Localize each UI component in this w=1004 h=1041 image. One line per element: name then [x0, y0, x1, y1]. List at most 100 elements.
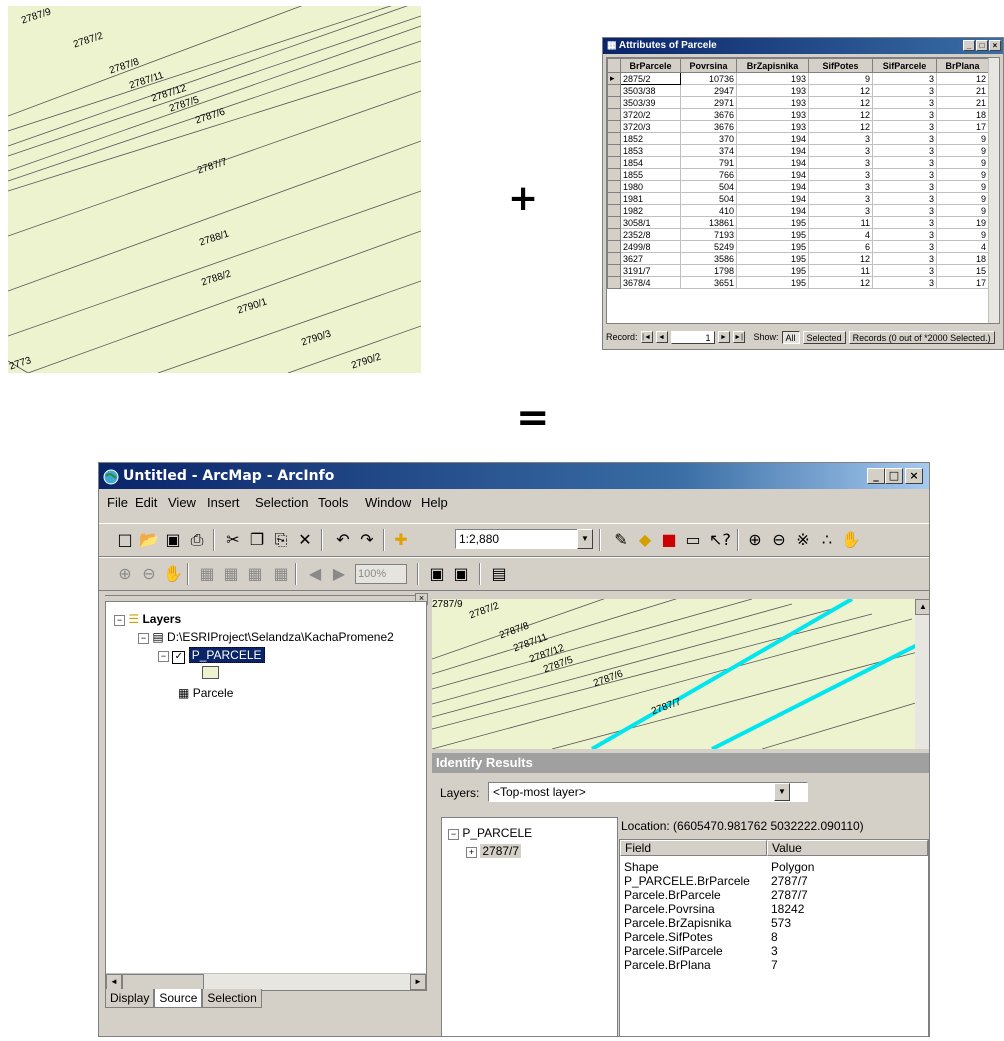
- column-header[interactable]: SifPotes: [808, 58, 873, 73]
- command-line-icon[interactable]: ▭: [683, 530, 703, 550]
- row-selector[interactable]: [607, 216, 621, 229]
- table-cell[interactable]: 193: [736, 108, 809, 121]
- table-cell[interactable]: 12: [936, 72, 989, 85]
- row-selector[interactable]: [607, 264, 621, 277]
- table-cell[interactable]: 194: [736, 180, 809, 193]
- map-scale-input[interactable]: 1:2,880: [455, 529, 592, 549]
- expand-icon[interactable]: +: [466, 847, 477, 858]
- table-cell[interactable]: 12: [808, 276, 873, 289]
- table-cell[interactable]: 21: [936, 84, 989, 97]
- table-cell[interactable]: 3: [872, 168, 937, 181]
- tab-source[interactable]: Source: [154, 989, 203, 1008]
- fixed-zoom-layout-icon[interactable]: ▦: [245, 564, 265, 584]
- menu-view[interactable]: View: [168, 495, 196, 510]
- table-cell[interactable]: 3: [872, 72, 937, 85]
- table-cell[interactable]: 2971: [680, 96, 737, 109]
- table-row[interactable]: 1980 504 194 3 3 9: [607, 180, 989, 193]
- row-selector[interactable]: [607, 252, 621, 265]
- table-cell[interactable]: 3586: [680, 252, 737, 265]
- layout-zoom-out-icon[interactable]: ⊖: [139, 564, 159, 584]
- arcmap-maximize-button[interactable]: □: [885, 468, 903, 484]
- table-cell[interactable]: 3503/39: [620, 96, 681, 109]
- layout-zoom-percent[interactable]: 100%: [355, 564, 407, 584]
- map-scale-dropdown-icon[interactable]: ▼: [577, 529, 593, 549]
- table-cell[interactable]: 9: [936, 204, 989, 217]
- table-cell[interactable]: 3: [808, 156, 873, 169]
- row-selector[interactable]: [607, 192, 621, 205]
- identify-layers-select[interactable]: <Top-most layer>: [488, 782, 808, 802]
- menu-help[interactable]: Help: [421, 495, 448, 510]
- table-row[interactable]: 2499/8 5249 195 6 3 4: [607, 240, 989, 253]
- table-cell[interactable]: 3: [872, 276, 937, 289]
- table-cell[interactable]: 1852: [620, 132, 681, 145]
- arcmap-close-button[interactable]: ×: [905, 468, 923, 484]
- fixed-zoom-in-icon[interactable]: ※: [793, 530, 813, 550]
- table-cell[interactable]: 193: [736, 84, 809, 97]
- table-cell[interactable]: 9: [936, 180, 989, 193]
- zoom-page-width-icon[interactable]: ▦: [271, 564, 291, 584]
- table-cell[interactable]: 504: [680, 180, 737, 193]
- table-row[interactable]: 3503/38 2947 193 12 3 21: [607, 84, 989, 97]
- row-selector[interactable]: [607, 120, 621, 133]
- row-selector[interactable]: [607, 144, 621, 157]
- map-vertical-scrollbar[interactable]: ▲: [915, 599, 929, 749]
- table-cell[interactable]: 194: [736, 144, 809, 157]
- table-row[interactable]: 1982 410 194 3 3 9: [607, 204, 989, 217]
- table-cell[interactable]: 18: [936, 252, 989, 265]
- table-cell[interactable]: 1982: [620, 204, 681, 217]
- first-record-button[interactable]: |◄: [640, 331, 653, 343]
- table-cell[interactable]: 1981: [620, 192, 681, 205]
- table-row[interactable]: 3058/1 13861 195 11 3 19: [607, 216, 989, 229]
- column-header[interactable]: BrPlana: [936, 58, 989, 73]
- table-cell[interactable]: 195: [736, 240, 809, 253]
- table-row[interactable]: 3678/4 3651 195 12 3 17: [607, 276, 989, 289]
- table-row[interactable]: 3191/7 1798 195 11 3 15: [607, 264, 989, 277]
- table-cell[interactable]: 194: [736, 192, 809, 205]
- table-cell[interactable]: 1853: [620, 144, 681, 157]
- layer-name[interactable]: P_PARCELE: [188, 647, 265, 663]
- table-cell[interactable]: 370: [680, 132, 737, 145]
- column-header[interactable]: SifParcele: [872, 58, 937, 73]
- table-cell[interactable]: 3: [808, 132, 873, 145]
- table-cell[interactable]: 15: [936, 264, 989, 277]
- table-cell[interactable]: 193: [736, 72, 809, 85]
- table-row[interactable]: 1981 504 194 3 3 9: [607, 192, 989, 205]
- tab-selection[interactable]: Selection: [202, 989, 262, 1008]
- table-cell[interactable]: 3: [808, 144, 873, 157]
- show-selected-button[interactable]: Selected: [802, 330, 846, 344]
- undo-icon[interactable]: ↶: [333, 530, 353, 550]
- table-cell[interactable]: 193: [736, 120, 809, 133]
- table-cell[interactable]: 13861: [680, 216, 737, 229]
- table-row[interactable]: 1854 791 194 3 3 9: [607, 156, 989, 169]
- table-cell[interactable]: 3: [808, 168, 873, 181]
- table-cell[interactable]: 9: [936, 144, 989, 157]
- collapse-icon[interactable]: −: [138, 633, 149, 644]
- redo-icon[interactable]: ↷: [357, 530, 377, 550]
- editor-icon[interactable]: ✎: [611, 530, 631, 550]
- collapse-icon[interactable]: −: [158, 651, 169, 662]
- zoom-whole-page-icon[interactable]: ▦: [197, 564, 217, 584]
- table-cell[interactable]: 3: [872, 84, 937, 97]
- table-cell[interactable]: 2352/8: [620, 228, 681, 241]
- table-cell[interactable]: 3: [872, 216, 937, 229]
- column-header[interactable]: Povrsina: [680, 58, 737, 73]
- table-cell[interactable]: 3: [872, 228, 937, 241]
- menu-window[interactable]: Window: [365, 495, 411, 510]
- next-record-button[interactable]: ►: [717, 331, 730, 343]
- value-column-header[interactable]: Value: [767, 840, 928, 856]
- table-cell[interactable]: 17: [936, 276, 989, 289]
- copy-icon[interactable]: ❐: [247, 530, 267, 550]
- arctoolbox-icon[interactable]: ■: [659, 530, 679, 550]
- zoom-out-icon[interactable]: ⊖: [769, 530, 789, 550]
- table-cell[interactable]: 3: [808, 204, 873, 217]
- table-cell[interactable]: 195: [736, 252, 809, 265]
- table-cell[interactable]: 3: [872, 192, 937, 205]
- table-cell[interactable]: 3191/7: [620, 264, 681, 277]
- identify-layers-dropdown-icon[interactable]: ▼: [774, 783, 790, 801]
- focus-data-frame-icon[interactable]: ▣: [451, 564, 471, 584]
- pan-hand-icon[interactable]: ✋: [841, 530, 861, 550]
- table-cell[interactable]: 17: [936, 120, 989, 133]
- table-row[interactable]: 3503/39 2971 193 12 3 21: [607, 96, 989, 109]
- table-cell[interactable]: 21: [936, 96, 989, 109]
- back-extent-icon[interactable]: ◀: [305, 564, 325, 584]
